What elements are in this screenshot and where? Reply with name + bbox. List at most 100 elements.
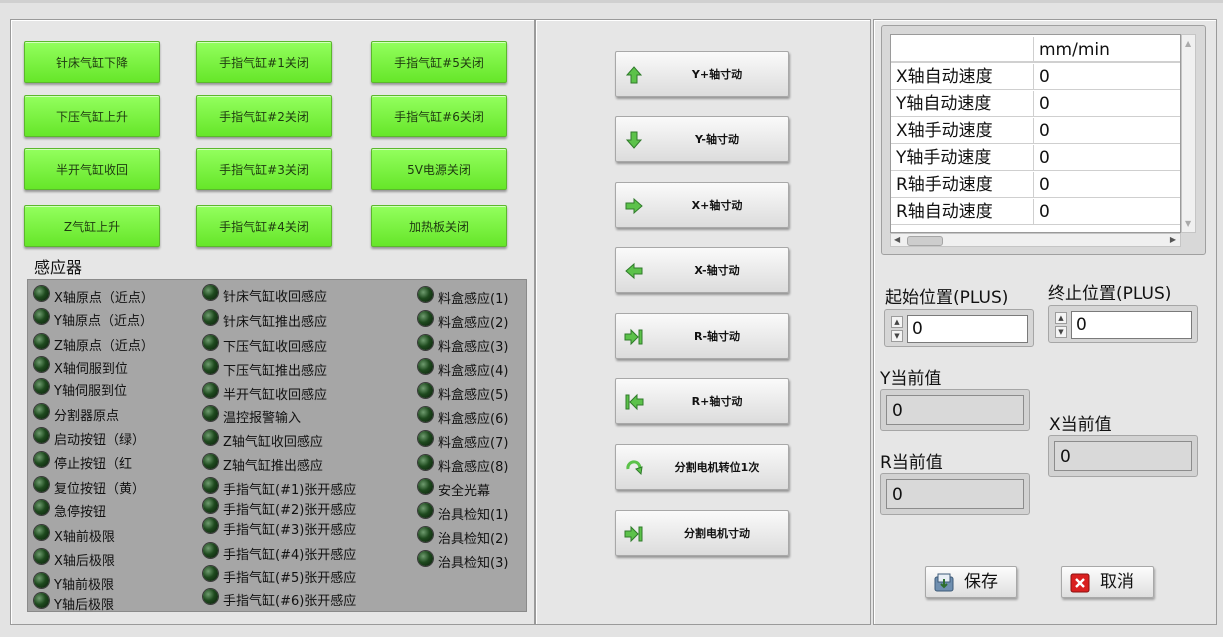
sensor-label: 料盒感应(1) bbox=[438, 292, 509, 307]
start-position-input[interactable]: 0 bbox=[907, 315, 1028, 343]
sensor-label: Y轴后极限 bbox=[54, 598, 114, 613]
jog-button[interactable]: R+轴寸动 bbox=[615, 378, 789, 424]
table-cell-value[interactable]: 0 bbox=[1034, 145, 1180, 171]
scroll-down-icon[interactable]: ▼ bbox=[1185, 219, 1191, 228]
increment-icon[interactable]: ▲ bbox=[1055, 312, 1067, 324]
arrow-right-bar-icon bbox=[624, 328, 643, 346]
table-cell-value[interactable]: 0 bbox=[1034, 118, 1180, 144]
sensor-led bbox=[203, 566, 218, 581]
output-button[interactable]: 半开气缸收回 bbox=[24, 148, 160, 190]
end-position-input[interactable]: 0 bbox=[1071, 311, 1192, 339]
table-cell-value[interactable]: 0 bbox=[1034, 172, 1180, 198]
table-cell-value[interactable]: 0 bbox=[1034, 91, 1180, 117]
table-row-label: R轴自动速度 bbox=[891, 199, 1034, 225]
sensor-led bbox=[418, 311, 433, 326]
arrow-right-icon bbox=[625, 197, 643, 215]
sensor-label: 料盒感应(6) bbox=[438, 412, 509, 427]
sensor-label: 治具检知(3) bbox=[438, 556, 509, 571]
jog-button[interactable]: Y+轴寸动 bbox=[615, 51, 789, 97]
sensor-label: 温控报警输入 bbox=[223, 411, 302, 426]
cancel-button[interactable]: 取消 bbox=[1061, 566, 1154, 598]
arrow-right-bar-icon bbox=[624, 525, 643, 543]
end-position-spinner[interactable]: ▲ ▼ bbox=[1055, 312, 1067, 338]
output-button[interactable]: 下压气缸上升 bbox=[24, 95, 160, 137]
jog-button[interactable]: R-轴寸动 bbox=[615, 313, 789, 359]
jog-button[interactable]: 分割电机转位1次 bbox=[615, 444, 789, 490]
sensor-led bbox=[203, 543, 218, 558]
rotate-icon bbox=[626, 460, 643, 476]
sensor-label: Y轴前极限 bbox=[54, 578, 114, 593]
sensor-label: 手指气缸(#5)张开感应 bbox=[223, 571, 357, 586]
jog-button-label: R+轴寸动 bbox=[691, 395, 743, 408]
sensor-led bbox=[34, 286, 49, 301]
start-position-control: ▲ ▼ 0 bbox=[884, 309, 1034, 347]
sensor-label: 下压气缸收回感应 bbox=[223, 340, 328, 355]
scroll-right-icon[interactable]: ▶ bbox=[1170, 235, 1176, 244]
y-current-indicator: 0 bbox=[880, 389, 1030, 431]
output-button[interactable]: 手指气缸#3关闭 bbox=[196, 148, 332, 190]
jog-button-label: R-轴寸动 bbox=[693, 330, 741, 343]
sensor-label: Z轴气缸收回感应 bbox=[223, 435, 323, 450]
sensor-title: 感应器 bbox=[34, 258, 83, 277]
sensor-led bbox=[34, 573, 49, 588]
table-row-label: Y轴自动速度 bbox=[891, 91, 1034, 117]
output-button[interactable]: 手指气缸#6关闭 bbox=[371, 95, 507, 137]
sensor-led bbox=[34, 404, 49, 419]
sensor-label: 料盒感应(8) bbox=[438, 460, 509, 475]
jog-button[interactable]: 分割电机寸动 bbox=[615, 510, 789, 556]
sensor-led bbox=[418, 551, 433, 566]
start-position-spinner[interactable]: ▲ ▼ bbox=[891, 316, 903, 342]
sensor-label: X轴后极限 bbox=[54, 554, 115, 569]
jog-button[interactable]: X+轴寸动 bbox=[615, 182, 789, 228]
sensor-label: 半开气缸收回感应 bbox=[223, 388, 328, 403]
decrement-icon[interactable]: ▼ bbox=[1055, 326, 1067, 338]
sensor-label: Y轴伺服到位 bbox=[54, 384, 127, 399]
end-position-control: ▲ ▼ 0 bbox=[1048, 305, 1198, 343]
output-button[interactable]: 手指气缸#5关闭 bbox=[371, 41, 507, 83]
increment-icon[interactable]: ▲ bbox=[891, 316, 903, 328]
sensor-led bbox=[418, 359, 433, 374]
top-edge bbox=[0, 0, 1223, 3]
output-button[interactable]: 手指气缸#1关闭 bbox=[196, 41, 332, 83]
x-current-label: X当前值 bbox=[1049, 415, 1112, 435]
table-row-label: Y轴手动速度 bbox=[891, 145, 1034, 171]
sensor-label: 料盒感应(7) bbox=[438, 436, 509, 451]
r-current-label: R当前值 bbox=[880, 453, 943, 473]
sensor-label: 手指气缸(#4)张开感应 bbox=[223, 548, 357, 563]
table-row-label: X轴手动速度 bbox=[891, 118, 1034, 144]
jog-button[interactable]: Y-轴寸动 bbox=[615, 116, 789, 162]
scroll-left-icon[interactable]: ◀ bbox=[894, 235, 900, 244]
sensor-label: 手指气缸(#2)张开感应 bbox=[223, 503, 357, 518]
save-icon bbox=[934, 573, 954, 592]
sensor-led bbox=[418, 479, 433, 494]
output-button[interactable]: 5V电源关闭 bbox=[371, 148, 507, 190]
decrement-icon[interactable]: ▼ bbox=[891, 330, 903, 342]
speed-table[interactable]: mm/min X轴自动速度 0 Y轴自动速度 0 X轴手动速度 0 Y轴手动速度 0 R轴手动速度… bbox=[890, 34, 1181, 233]
table-cell-value[interactable]: 0 bbox=[1034, 199, 1180, 225]
output-button[interactable]: 手指气缸#4关闭 bbox=[196, 205, 332, 247]
save-button[interactable]: 保存 bbox=[925, 566, 1017, 598]
table-vertical-scrollbar[interactable]: ▲ ▼ bbox=[1181, 34, 1196, 233]
output-button[interactable]: Z气缸上升 bbox=[24, 205, 160, 247]
sensor-label: 复位按钮（黄） bbox=[54, 482, 146, 497]
sensor-led bbox=[34, 593, 49, 608]
scroll-up-icon[interactable]: ▲ bbox=[1185, 39, 1191, 48]
table-header-cell: mm/min bbox=[1034, 37, 1180, 63]
output-button[interactable]: 加热板关闭 bbox=[371, 205, 507, 247]
y-current-label: Y当前值 bbox=[880, 369, 942, 389]
sensor-label: 下压气缸推出感应 bbox=[223, 364, 328, 379]
sensor-led bbox=[203, 383, 218, 398]
table-cell-value[interactable]: 0 bbox=[1034, 64, 1180, 90]
sensor-led bbox=[34, 379, 49, 394]
table-horizontal-scrollbar[interactable]: ◀ ▶ bbox=[890, 233, 1181, 247]
sensor-label: 急停按钮 bbox=[54, 505, 107, 520]
sensor-label: 料盒感应(5) bbox=[438, 388, 509, 403]
jog-button[interactable]: X-轴寸动 bbox=[615, 247, 789, 293]
start-position-label: 起始位置(PLUS) bbox=[885, 288, 1009, 308]
sensor-label: 手指气缸(#3)张开感应 bbox=[223, 523, 357, 538]
output-button[interactable]: 手指气缸#2关闭 bbox=[196, 95, 332, 137]
output-button[interactable]: 针床气缸下降 bbox=[24, 41, 160, 83]
jog-button-label: Y-轴寸动 bbox=[695, 133, 739, 146]
scroll-thumb[interactable] bbox=[907, 236, 943, 246]
sensor-led bbox=[34, 428, 49, 443]
